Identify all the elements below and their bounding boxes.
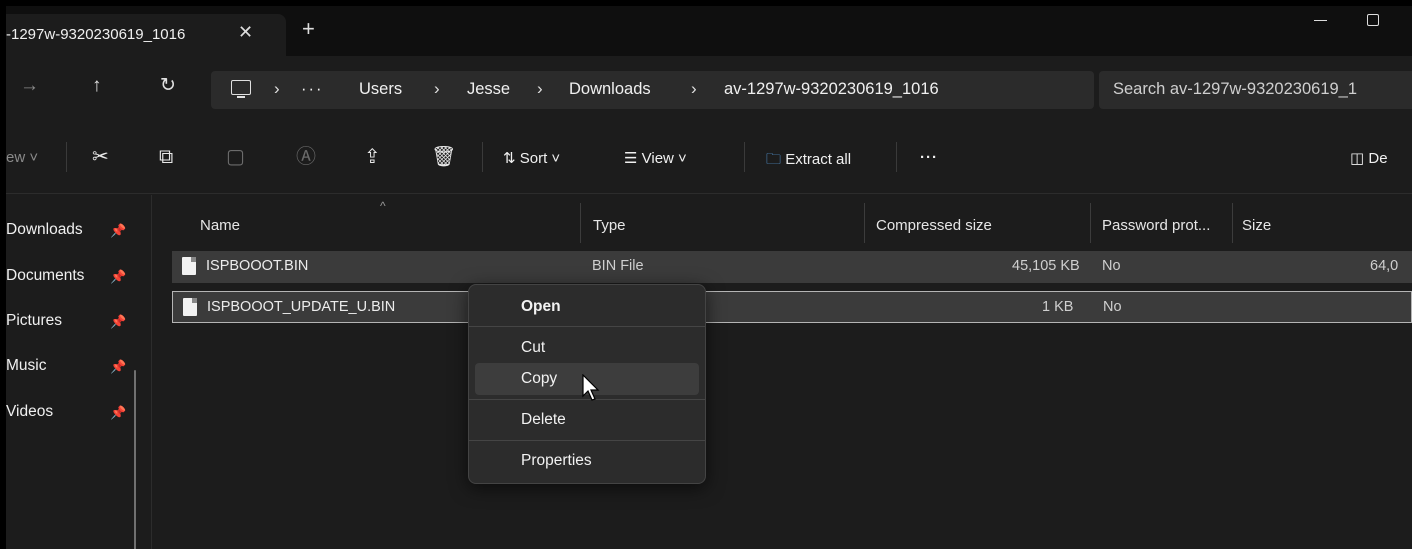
file-name: ISPBOOOT_UPDATE_U.BIN — [207, 299, 396, 315]
menu-item-label: Copy — [521, 370, 558, 387]
breadcrumb-ellipsis[interactable]: ··· — [301, 80, 323, 99]
search-placeholder: Search av-1297w-9320230619_1 — [1113, 80, 1358, 98]
navigation-pane: Downloads 📌 Documents 📌 Pictures 📌 Music… — [6, 195, 151, 549]
file-password: No — [1102, 258, 1121, 274]
paste-icon[interactable]: ▢ — [226, 146, 245, 168]
file-compressed-size: 1 KB — [1042, 299, 1074, 315]
column-divider[interactable] — [580, 203, 581, 243]
title-bar: -1297w-9320230619_1016 ✕ + — [6, 6, 1412, 56]
pin-icon: 📌 — [110, 314, 127, 329]
address-row: → ↑ ↻ › ··· Users › Jesse › Downloads › … — [6, 56, 1412, 124]
column-header-password[interactable]: Password prot... — [1102, 217, 1210, 234]
table-row[interactable]: ISPBOOOT.BIN BIN File 45,105 KB No 64,0 — [172, 251, 1412, 283]
breadcrumb-jesse[interactable]: Jesse — [467, 80, 510, 99]
folder-extract-icon: 🗀 — [766, 151, 782, 168]
minimize-icon[interactable] — [1306, 6, 1336, 36]
new-label: ew — [6, 149, 26, 166]
table-row[interactable]: ISPBOOOT_UPDATE_U.BIN 1 KB No — [172, 291, 1412, 323]
toolbar-divider — [744, 142, 745, 172]
menu-divider — [469, 326, 705, 327]
delete-icon[interactable]: 🗑 — [431, 146, 456, 168]
column-header-compressed-size[interactable]: Compressed size — [876, 217, 992, 234]
file-password: No — [1103, 299, 1122, 315]
details-pane-button[interactable]: ◫ De — [1350, 149, 1388, 167]
file-name: ISPBOOOT.BIN — [206, 258, 309, 274]
pin-icon: 📌 — [110, 405, 127, 420]
extract-all-button[interactable]: 🗀 Extract all — [766, 149, 851, 174]
file-list: ^ Name Type Compressed size Password pro… — [152, 195, 1412, 549]
column-divider[interactable] — [1232, 203, 1233, 243]
sidebar-item-downloads[interactable]: Downloads — [6, 221, 83, 239]
sort-button[interactable]: ⇅ Sort ˅ — [503, 149, 560, 167]
toolbar-divider — [482, 142, 483, 172]
file-compressed-size: 45,105 KB — [1012, 258, 1080, 274]
file-explorer-window: -1297w-9320230619_1016 ✕ + → ↑ ↻ › ··· U… — [6, 6, 1412, 549]
pin-icon: 📌 — [110, 223, 127, 238]
tab-current[interactable]: -1297w-9320230619_1016 ✕ — [6, 14, 286, 56]
menu-item-label: Properties — [521, 452, 592, 469]
more-options-button[interactable]: ··· — [920, 149, 938, 166]
sidebar-item-pictures[interactable]: Pictures — [6, 312, 62, 330]
extract-all-label: Extract all — [785, 151, 852, 168]
command-bar: ew ˅ ✂ ⧉ ▢ Ⓐ ⇪ 🗑 ⇅ Sort ˅ ☰ View ˅ 🗀 Ext… — [6, 124, 1412, 194]
close-icon[interactable]: ✕ — [238, 22, 253, 43]
breadcrumb-users[interactable]: Users — [359, 80, 402, 99]
mouse-cursor-icon — [582, 374, 600, 401]
chevron-right-icon: › — [274, 79, 280, 98]
file-size: 64,0 — [1370, 258, 1399, 274]
file-icon — [183, 298, 197, 316]
column-header-name[interactable]: Name — [200, 217, 240, 234]
column-divider[interactable] — [1090, 203, 1091, 243]
share-icon[interactable]: ⇪ — [364, 146, 381, 168]
up-arrow-icon[interactable]: ↑ — [92, 76, 102, 96]
view-label: View — [641, 150, 674, 167]
toolbar-divider — [896, 142, 897, 172]
column-header-type[interactable]: Type — [593, 217, 626, 234]
view-button[interactable]: ☰ View ˅ — [624, 149, 687, 167]
file-type: BIN File — [592, 258, 644, 274]
menu-item-label: Cut — [521, 339, 546, 356]
plus-icon[interactable]: + — [302, 18, 315, 40]
file-icon — [182, 257, 196, 275]
chevron-right-icon: › — [537, 79, 543, 98]
sidebar-item-documents[interactable]: Documents — [6, 267, 84, 285]
sidebar-scrollbar[interactable] — [134, 370, 136, 549]
sidebar-item-videos[interactable]: Videos — [6, 403, 53, 421]
copy-icon[interactable]: ⧉ — [159, 146, 173, 168]
menu-divider — [469, 440, 705, 441]
maximize-icon[interactable] — [1358, 6, 1388, 36]
refresh-icon[interactable]: ↻ — [160, 76, 176, 96]
menu-item-label: Delete — [521, 411, 566, 428]
pin-icon: 📌 — [110, 269, 127, 284]
breadcrumb-downloads[interactable]: Downloads — [569, 80, 651, 99]
chevron-right-icon: › — [434, 79, 440, 98]
cut-icon[interactable]: ✂ — [92, 146, 109, 168]
search-input[interactable]: Search av-1297w-9320230619_1 — [1099, 71, 1412, 109]
toolbar-divider — [66, 142, 67, 172]
menu-item-properties[interactable]: Properties — [475, 445, 699, 477]
sort-label: Sort — [519, 150, 548, 167]
menu-item-delete[interactable]: Delete — [475, 404, 699, 436]
details-label: De — [1368, 150, 1388, 167]
column-divider[interactable] — [864, 203, 865, 243]
chevron-right-icon: › — [691, 79, 697, 98]
menu-item-cut[interactable]: Cut — [475, 332, 699, 364]
forward-icon[interactable]: → — [20, 76, 39, 96]
details-pane-icon: ◫ — [1350, 150, 1365, 167]
menu-item-label: Open — [521, 298, 561, 315]
tab-title: -1297w-9320230619_1016 — [6, 26, 186, 43]
rename-icon[interactable]: Ⓐ — [296, 146, 316, 168]
breadcrumb-current-folder[interactable]: av-1297w-9320230619_1016 — [724, 80, 939, 99]
pin-icon: 📌 — [110, 359, 127, 374]
sort-ascending-icon: ^ — [380, 199, 386, 213]
menu-item-open[interactable]: Open — [475, 291, 699, 323]
column-header-size[interactable]: Size — [1242, 217, 1271, 234]
new-button[interactable]: ew ˅ — [6, 149, 38, 166]
sidebar-item-music[interactable]: Music — [6, 357, 46, 375]
computer-icon[interactable] — [231, 80, 251, 98]
address-bar[interactable]: › ··· Users › Jesse › Downloads › av-129… — [211, 71, 1094, 109]
